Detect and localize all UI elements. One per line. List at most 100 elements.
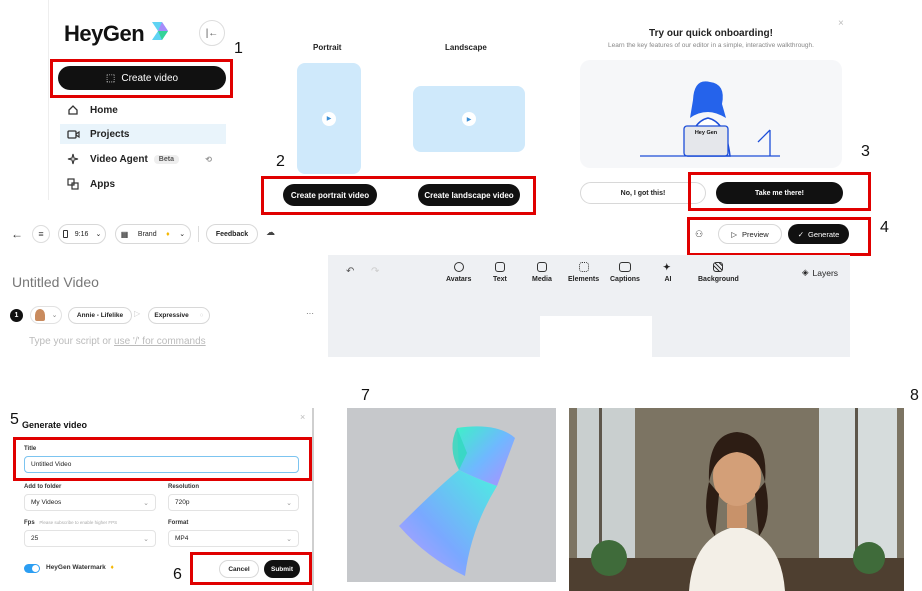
fps-label-text: Fps	[24, 520, 35, 526]
tool-text[interactable]: Text	[493, 262, 507, 283]
format-select[interactable]: MP4 ⌄	[168, 530, 299, 547]
chevron-down-icon: ⌄	[143, 535, 149, 543]
sidebar-item-projects[interactable]: Projects	[60, 124, 226, 144]
onboarding-close-icon[interactable]: ×	[838, 18, 844, 29]
tool-label: Background	[698, 276, 739, 283]
title-input[interactable]: Untitled Video	[24, 456, 299, 473]
tool-background[interactable]: Background	[698, 262, 739, 283]
redo-icon[interactable]: ↷	[371, 266, 379, 277]
onboarding-illustration: Hey Gen	[580, 60, 842, 168]
sidebar-item-video-agent[interactable]: Video Agent Beta ⟲	[60, 149, 226, 169]
tool-elements[interactable]: Elements	[568, 262, 599, 283]
brand-label: Brand	[137, 230, 157, 238]
back-arrow-icon[interactable]: ←	[11, 227, 23, 241]
create-landscape-video-button[interactable]: Create landscape video	[418, 184, 520, 206]
resolution-value: 720p	[175, 499, 190, 506]
cursor-icon: ⬚	[105, 72, 116, 84]
step-number-2: 2	[276, 153, 285, 170]
ratio-value: 9:16	[74, 230, 89, 238]
cancel-button[interactable]: Cancel	[219, 560, 259, 578]
step-number-7: 7	[361, 387, 370, 404]
canvas-frame[interactable]	[540, 316, 652, 357]
portrait-label: Portrait	[313, 43, 342, 52]
onboarding-title: Try our quick onboarding!	[649, 28, 773, 39]
commands-link[interactable]: use '/' for commands	[114, 336, 206, 347]
onboarding-subtitle: Learn the key features of our editor in …	[608, 42, 814, 49]
landscape-preview[interactable]: ▶	[413, 86, 525, 152]
history-icon: ⟲	[205, 154, 212, 164]
fps-value: 25	[31, 535, 39, 542]
more-options-icon[interactable]: ···	[306, 309, 314, 318]
add-collaborator-icon[interactable]: ⚇	[695, 229, 703, 240]
step-number-3: 3	[861, 143, 870, 160]
folder-select[interactable]: My Videos ⌄	[24, 494, 156, 511]
tool-label: Avatars	[446, 276, 472, 283]
brand-dropdown[interactable]: ▦ Brand ♦ ⌄	[115, 224, 191, 244]
menu-button[interactable]: ≡	[32, 225, 50, 243]
logo-text: HeyGen	[64, 20, 145, 46]
generate-button[interactable]: ✓ Generate	[788, 224, 849, 244]
premium-diamond-icon: ♦	[110, 564, 114, 571]
scene-number-badge: 1	[10, 309, 23, 322]
text-icon	[494, 262, 505, 272]
avatar-dropdown[interactable]: ⌄	[30, 306, 62, 324]
tool-media[interactable]: Media	[532, 262, 552, 283]
resolution-select[interactable]: 720p ⌄	[168, 494, 299, 511]
preview-button[interactable]: ▷ Preview	[718, 224, 782, 244]
dialog-close-icon[interactable]: ×	[300, 412, 305, 422]
sparkle-icon	[66, 152, 80, 166]
style-chip[interactable]: Expressive ○	[148, 307, 210, 324]
format-value: MP4	[175, 535, 189, 542]
phone-icon	[62, 230, 68, 238]
undo-icon[interactable]: ↶	[346, 266, 354, 277]
layers-button[interactable]: ◈ Layers	[802, 267, 838, 278]
tool-label: AI	[664, 276, 672, 283]
brand-kit-icon: ▦	[120, 229, 129, 239]
create-portrait-video-button[interactable]: Create portrait video	[283, 184, 377, 206]
portrait-preview[interactable]: ▶	[297, 63, 361, 174]
tool-label: Text	[493, 276, 507, 283]
captions-icon	[618, 262, 631, 272]
background-icon	[713, 262, 724, 272]
script-input[interactable]: Type your script or use '/' for commands	[29, 336, 206, 347]
play-icon: ▶	[322, 111, 336, 126]
feedback-button[interactable]: Feedback	[206, 224, 258, 244]
tool-avatars[interactable]: Avatars	[446, 262, 471, 283]
sidebar-item-apps[interactable]: Apps	[60, 174, 226, 194]
beta-badge: Beta	[153, 154, 179, 164]
generated-video-frame[interactable]	[569, 408, 904, 591]
layers-label: Layers	[812, 267, 839, 278]
tool-captions[interactable]: Captions	[610, 262, 640, 283]
create-video-label: Create video	[121, 72, 179, 84]
avatar-name-chip[interactable]: Annie - Lifelike	[68, 307, 132, 324]
play-icon: ▶	[462, 112, 476, 126]
illustration-badge: Hey Gen	[694, 130, 718, 136]
collapse-sidebar-button[interactable]: |←	[199, 20, 225, 46]
resolution-label: Resolution	[168, 484, 199, 490]
video-title[interactable]: Untitled Video	[12, 274, 99, 290]
submit-button[interactable]: Submit	[264, 560, 300, 578]
play-step-icon[interactable]: ▷	[134, 309, 140, 318]
create-video-button[interactable]: ⬚ Create video	[58, 66, 226, 90]
sidebar-item-label: Video Agent	[90, 153, 148, 165]
take-me-there-button[interactable]: Take me there!	[716, 182, 843, 204]
tool-label: Elements	[568, 276, 600, 283]
watermark-toggle[interactable]	[24, 564, 40, 573]
sidebar-item-home[interactable]: Home	[60, 100, 226, 120]
layers-icon: ◈	[802, 267, 809, 277]
aspect-ratio-dropdown[interactable]: 9:16 ⌄	[58, 224, 106, 244]
folder-label: Add to folder	[24, 484, 62, 490]
ai-sparkle-icon: ✦	[663, 262, 671, 272]
apps-icon	[66, 177, 80, 191]
heygen-logo[interactable]: HeyGen	[64, 20, 172, 47]
tool-ai[interactable]: ✦ AI	[663, 262, 673, 283]
tool-label: Captions	[610, 276, 640, 283]
step-number-4: 4	[880, 219, 889, 236]
elements-icon	[578, 262, 589, 272]
media-icon	[536, 262, 547, 272]
info-icon: ○	[199, 312, 204, 319]
step-number-8: 8	[910, 387, 919, 404]
watermark-label: HeyGen Watermark ♦	[46, 564, 114, 571]
fps-select[interactable]: 25 ⌄	[24, 530, 156, 547]
step-number-1: 1	[234, 40, 243, 57]
